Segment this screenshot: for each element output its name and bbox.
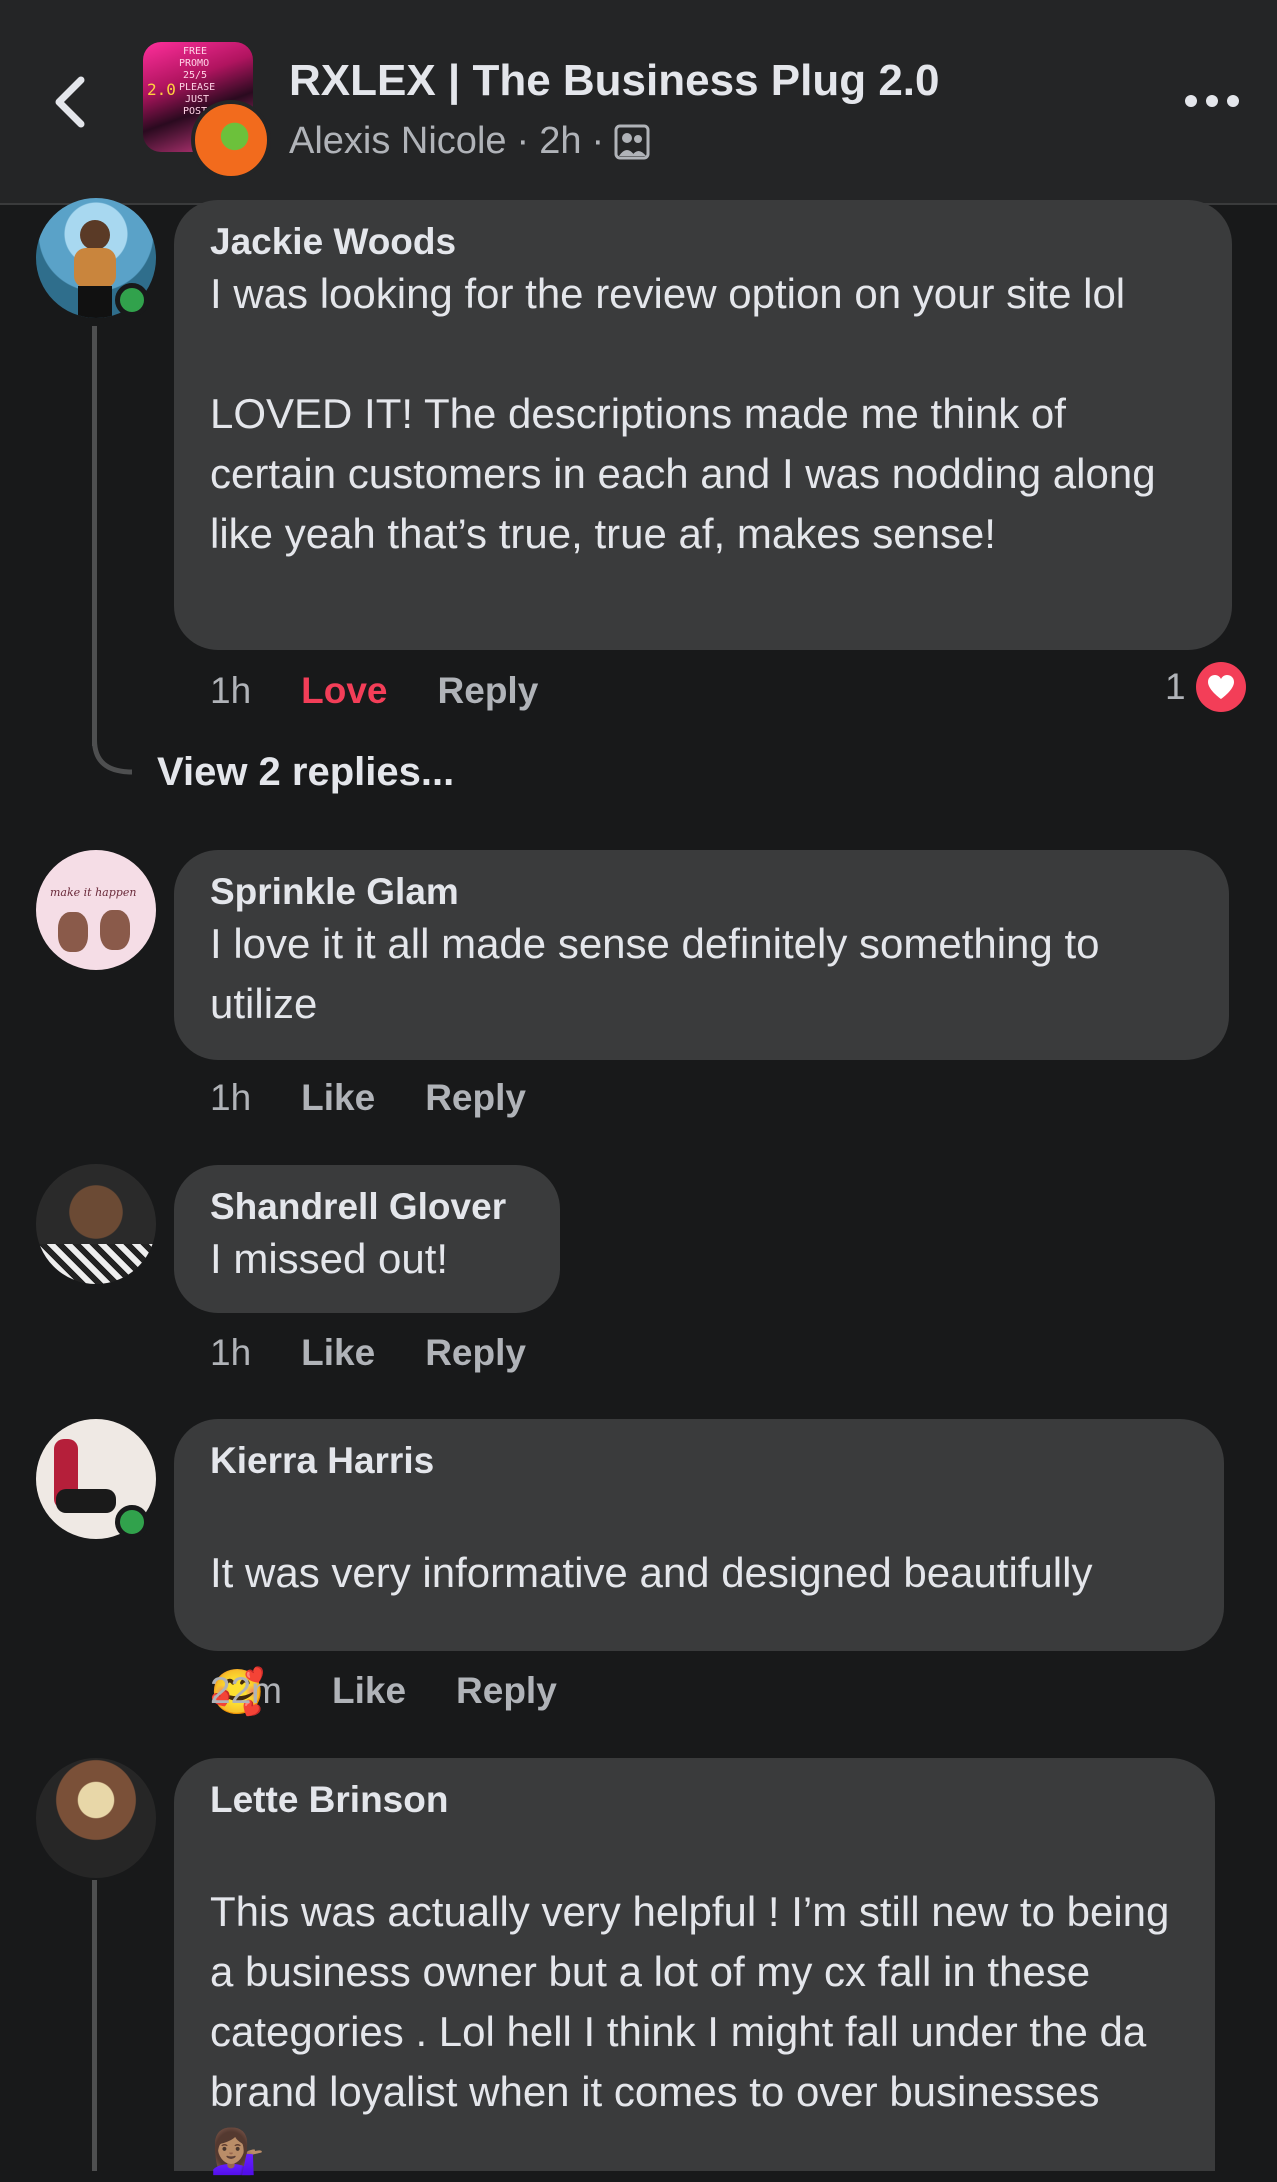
comment-text: I love it it all made sense definitely s…	[210, 920, 1100, 1027]
reply-button[interactable]: Reply	[425, 1077, 526, 1119]
comment-bubble[interactable]: Kierra Harris It was very informative an…	[174, 1419, 1224, 1717]
heart-icon	[1195, 662, 1246, 712]
comment-bubble[interactable]: Lette Brinson This was actually very hel…	[174, 1758, 1215, 2176]
comment-time[interactable]: 1h	[210, 1077, 251, 1119]
thread-line	[92, 326, 97, 746]
more-horizontal-icon	[1227, 95, 1239, 107]
comment-actions: 1h Love Reply	[210, 665, 588, 717]
avatar-text: PROMO	[179, 58, 210, 69]
comment-time[interactable]: 22m	[210, 1670, 282, 1712]
like-button[interactable]: Like	[332, 1670, 406, 1712]
post-time[interactable]: 2h	[539, 120, 581, 163]
comment-actions: 1h Like Reply	[210, 1327, 576, 1379]
comment-bubble[interactable]: Shandrell Glover I missed out!	[174, 1165, 560, 1313]
reply-button[interactable]: Reply	[425, 1332, 526, 1374]
view-replies-link[interactable]: View 2 replies...	[157, 750, 454, 795]
avatar-figure	[80, 220, 110, 250]
avatar-figure	[78, 286, 112, 318]
comment-bubble[interactable]: Sprinkle Glam I love it it all made sens…	[174, 850, 1229, 1060]
back-button[interactable]	[44, 70, 96, 134]
comment-time[interactable]: 1h	[210, 670, 251, 712]
comment-text-body: It was very informative and designed bea…	[210, 1549, 1093, 1596]
reaction-summary[interactable]: 1	[1165, 662, 1246, 712]
commenter-name[interactable]: Kierra Harris	[210, 1439, 1188, 1483]
avatar-figure	[36, 1244, 156, 1284]
separator-dot: ·	[591, 120, 605, 162]
comment-text: This was actually very helpful ! I’m sti…	[210, 1822, 1179, 2182]
avatar[interactable]: make it happen	[36, 850, 156, 970]
comment-time[interactable]: 1h	[210, 1332, 251, 1374]
avatar[interactable]	[36, 1758, 156, 1878]
comment-text-body: This was actually very helpful ! I’m sti…	[210, 1888, 1170, 2115]
commenter-name[interactable]: Sprinkle Glam	[210, 870, 1193, 914]
avatar-text: JUST	[185, 94, 210, 105]
avatar-figure	[56, 1489, 116, 1513]
person-tipping-hand-emoji: 💁🏽‍♀️	[210, 2127, 265, 2176]
comment-actions: 22m Like Reply	[210, 1665, 607, 1717]
reply-button[interactable]: Reply	[438, 670, 539, 712]
chevron-left-icon	[55, 76, 85, 128]
author-name[interactable]: Alexis Nicole	[289, 120, 507, 163]
avatar-text: make it happen	[50, 886, 137, 899]
group-members-icon	[614, 124, 650, 159]
thread-line	[92, 1880, 97, 2171]
author-avatar	[191, 100, 271, 180]
like-button[interactable]: Like	[301, 1077, 375, 1119]
group-title[interactable]: RXLEX | The Business Plug 2.0	[289, 56, 939, 106]
post-header: FREE PROMO 25/5 PLEASE JUST POST 2.0 RXL…	[0, 0, 1277, 205]
more-horizontal-icon	[1185, 95, 1197, 107]
separator-dot: ·	[516, 120, 530, 162]
reply-button[interactable]: Reply	[456, 1670, 557, 1712]
online-indicator	[115, 283, 149, 317]
more-horizontal-icon	[1206, 95, 1218, 107]
avatar[interactable]	[36, 1164, 156, 1284]
avatar-text: 2.0	[147, 80, 176, 99]
comment-bubble[interactable]: Jackie Woods I was looking for the revie…	[174, 200, 1232, 650]
like-button[interactable]: Like	[301, 1332, 375, 1374]
comment-text: I was looking for the review option on y…	[210, 270, 1156, 557]
reaction-count: 1	[1165, 666, 1186, 707]
commenter-name[interactable]: Jackie Woods	[210, 220, 1196, 264]
avatar-figure	[100, 910, 130, 950]
avatar-figure	[74, 248, 116, 288]
love-button[interactable]: Love	[301, 670, 387, 712]
avatar-figure	[58, 912, 88, 952]
post-meta: Alexis Nicole · 2h ·	[289, 120, 650, 163]
commenter-name[interactable]: Lette Brinson	[210, 1778, 1179, 1822]
thread-curve	[92, 720, 133, 775]
comment-actions: 1h Like Reply	[210, 1072, 576, 1124]
comment-text: I missed out!	[210, 1235, 449, 1282]
avatar-text: FREE	[183, 46, 208, 57]
more-options-button[interactable]	[1185, 86, 1239, 116]
commenter-name[interactable]: Shandrell Glover	[210, 1185, 524, 1229]
avatar-text: PLEASE	[179, 82, 216, 93]
group-avatar[interactable]: FREE PROMO 25/5 PLEASE JUST POST 2.0	[143, 42, 271, 180]
avatar-text: 25/5	[183, 70, 208, 81]
online-indicator	[115, 1505, 149, 1539]
